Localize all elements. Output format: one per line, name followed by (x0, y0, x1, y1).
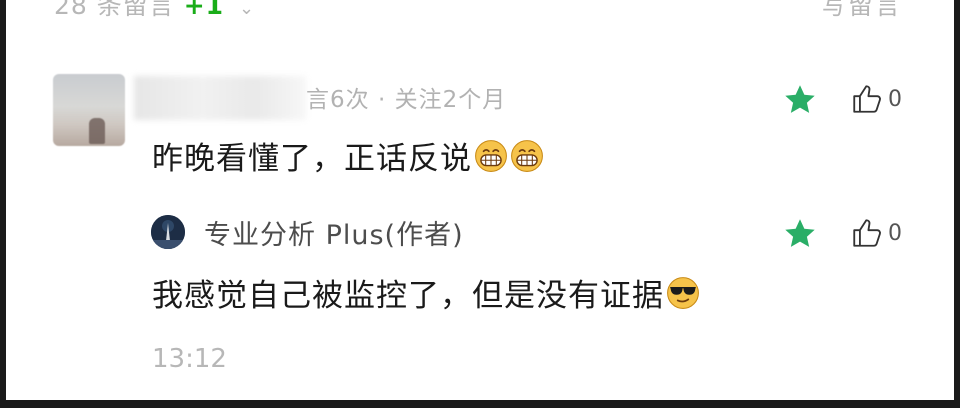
reply-author-name: 专业分析 Plus(作者) (204, 220, 464, 251)
comment-body: 昨晚看懂了，正话反说 (152, 133, 544, 178)
like-button[interactable]: 0 (850, 82, 902, 116)
comment-timestamp: 13:12 (152, 344, 227, 374)
comment-count-delta: +1 (183, 0, 225, 20)
reply-like-count: 0 (888, 220, 902, 246)
commenter-name-redacted (134, 76, 306, 120)
star-icon[interactable] (782, 82, 818, 118)
reply-body: 我感觉自己被监控了，但是没有证据 (152, 270, 700, 315)
like-count: 0 (888, 86, 902, 112)
thumbs-up-icon (853, 219, 881, 247)
comment-count-header[interactable]: 28 条留言 +1 ⌄ (54, 0, 255, 22)
reply-text: 我感觉自己被监控了，但是没有证据 (152, 278, 664, 314)
comment-count: 28 条留言 (54, 0, 175, 20)
reply-like-button[interactable]: 0 (850, 216, 902, 250)
grin-emoji-icon (511, 139, 543, 172)
sunglasses-emoji-icon (667, 276, 699, 309)
comment-text: 昨晚看懂了，正话反说 (152, 141, 472, 177)
comment-meta: 言6次 · 关注2个月 (306, 87, 507, 113)
grin-emoji-icon (475, 139, 507, 172)
chevron-down-icon: ⌄ (239, 0, 256, 19)
thumbs-up-icon (853, 85, 881, 113)
write-comment-button[interactable]: 写留言 (821, 0, 902, 22)
avatar[interactable] (53, 74, 125, 146)
comment-panel: 28 条留言 +1 ⌄ 写留言 言6次 · 关注2个月 0 昨晚看懂了，正话反说 (6, 0, 954, 400)
star-icon[interactable] (782, 216, 818, 252)
author-avatar[interactable] (151, 215, 185, 249)
